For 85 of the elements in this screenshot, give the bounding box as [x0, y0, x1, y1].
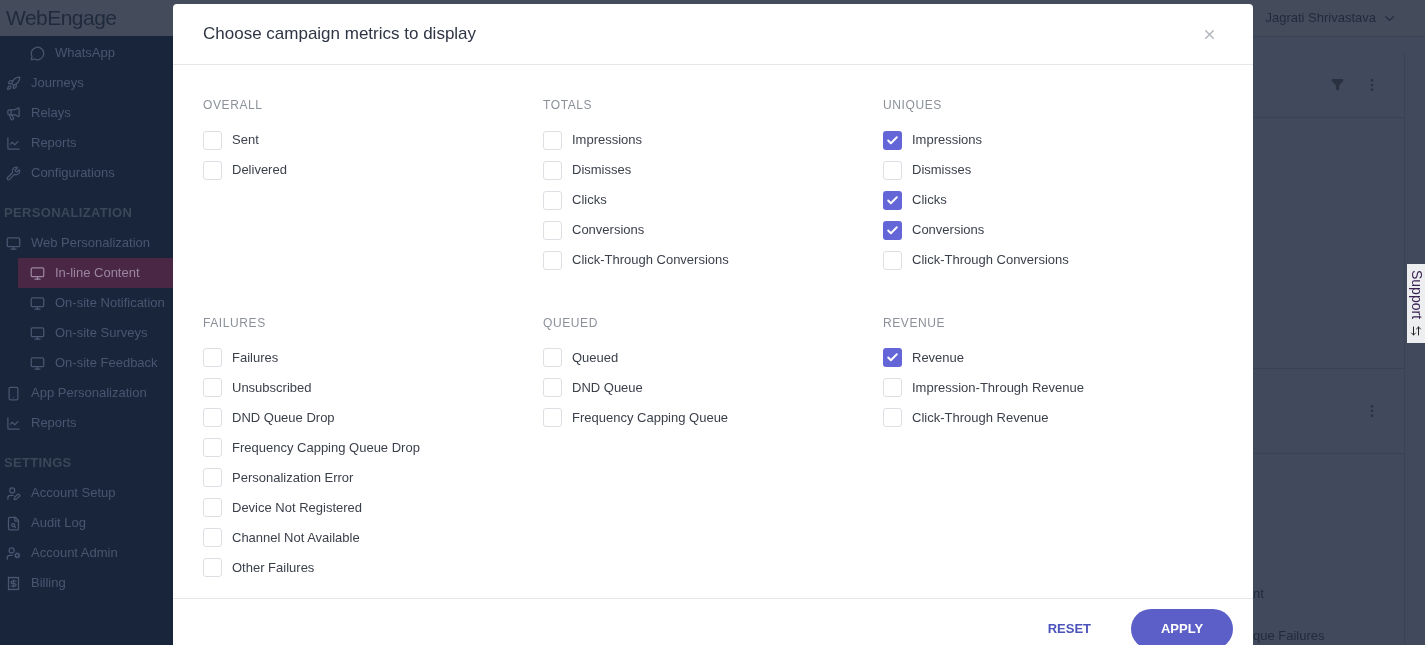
checkbox-label: Delivered — [232, 161, 287, 180]
checkbox[interactable] — [203, 528, 222, 547]
monitor-icon — [6, 235, 21, 251]
filter-icon[interactable] — [1331, 78, 1344, 91]
checkbox-label: Failures — [232, 348, 279, 367]
checkbox[interactable] — [883, 408, 902, 427]
search-document-icon — [6, 515, 21, 531]
chart-icon — [6, 135, 21, 151]
group-heading: REVENUE — [883, 314, 947, 332]
user-gear-icon — [6, 545, 21, 561]
checkbox[interactable] — [203, 468, 222, 487]
sort-icon — [1410, 325, 1422, 338]
checkbox-label: Revenue — [912, 348, 965, 367]
check-icon — [886, 223, 899, 237]
sidebar-item[interactable]: In-line Content — [18, 258, 173, 288]
chart-icon — [6, 415, 21, 431]
checkbox[interactable] — [203, 160, 222, 180]
checkbox[interactable] — [883, 348, 902, 367]
dialog-title: Choose campaign metrics to display — [203, 23, 477, 46]
checkbox[interactable] — [883, 190, 902, 210]
checkbox-label: Conversions — [912, 221, 985, 240]
rocket-icon — [6, 75, 21, 91]
checkbox[interactable] — [543, 160, 562, 180]
checkbox[interactable] — [203, 378, 222, 397]
checkbox[interactable] — [203, 408, 222, 427]
checkbox-label: Frequency Capping Queue — [572, 408, 729, 427]
checkbox-label: DND Queue — [572, 378, 643, 397]
checkbox-label: Queued — [572, 348, 619, 367]
checkbox[interactable] — [203, 438, 222, 457]
checkbox-label: Click-Through Conversions — [912, 251, 1069, 270]
checkbox-label: Impressions — [572, 131, 643, 150]
checkbox-label: Device Not Registered — [232, 498, 363, 517]
monitor-icon — [30, 355, 45, 371]
checkbox-label: Personalization Error — [232, 468, 354, 487]
checkbox-label: Conversions — [572, 221, 645, 240]
chat-icon — [30, 45, 45, 61]
checkbox[interactable] — [883, 160, 902, 180]
checkbox[interactable] — [543, 220, 562, 240]
group-heading: TOTALS — [543, 97, 594, 114]
apply-button[interactable]: APPLY — [1131, 609, 1233, 645]
checkbox-label: Channel Not Available — [232, 528, 360, 547]
checkbox-label: DND Queue Drop — [232, 408, 335, 427]
monitor-icon — [30, 265, 45, 281]
checkbox[interactable] — [203, 558, 222, 577]
checkbox-label: Clicks — [912, 191, 947, 210]
checkbox[interactable] — [543, 190, 562, 210]
checkbox-label: Sent — [232, 131, 259, 150]
receipt-icon — [6, 575, 21, 591]
checkbox-label: Clicks — [572, 191, 607, 210]
checkbox[interactable] — [543, 250, 562, 270]
wrench-icon — [6, 165, 21, 181]
checkbox-label: Other Failures — [232, 558, 315, 577]
checkbox[interactable] — [883, 250, 902, 270]
monitor-icon — [30, 295, 45, 311]
checkbox-label: Dismisses — [572, 161, 632, 180]
checkbox-label: Impressions — [912, 131, 983, 150]
checkbox-label: Click-Through Revenue — [912, 408, 1049, 427]
group-heading: UNIQUES — [883, 97, 943, 114]
checkbox[interactable] — [203, 130, 222, 150]
reset-button[interactable]: RESET — [1047, 609, 1091, 645]
checkbox-label: Unsubscribed — [232, 378, 312, 397]
group-heading: FAILURES — [203, 314, 267, 332]
group-heading: QUEUED — [543, 314, 599, 332]
megaphone-icon — [6, 105, 21, 121]
checkbox-label: Click-Through Conversions — [572, 251, 729, 270]
checkbox[interactable] — [883, 130, 902, 150]
checkbox[interactable] — [543, 348, 562, 367]
phone-icon — [6, 385, 21, 401]
checkbox[interactable] — [883, 220, 902, 240]
checkbox-label: Frequency Capping Queue Drop — [232, 438, 420, 457]
check-icon — [886, 351, 899, 364]
checkbox[interactable] — [203, 348, 222, 367]
checkbox[interactable] — [543, 378, 562, 397]
checkbox[interactable] — [543, 408, 562, 427]
group-heading: OVERALL — [203, 97, 264, 114]
checkbox[interactable] — [543, 130, 562, 150]
user-edit-icon — [6, 485, 21, 501]
support-tab[interactable]: Support — [1407, 264, 1425, 344]
checkbox[interactable] — [203, 498, 222, 517]
check-icon — [886, 193, 899, 207]
check-icon — [886, 133, 899, 147]
checkbox[interactable] — [883, 378, 902, 397]
checkbox-label: Dismisses — [912, 161, 972, 180]
checkbox-label: Impression-Through Revenue — [912, 378, 1084, 397]
monitor-icon — [30, 325, 45, 341]
